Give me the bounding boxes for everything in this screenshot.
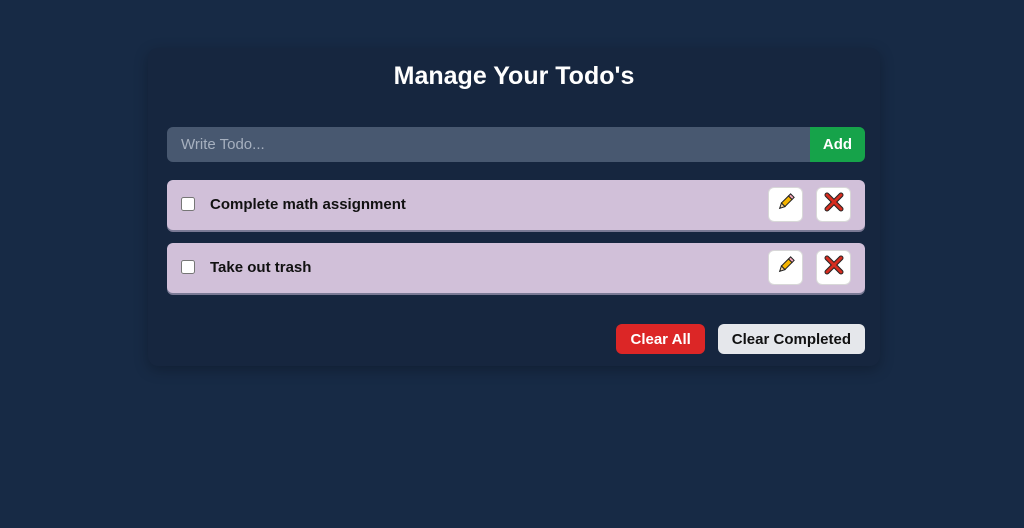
edit-button[interactable]: [768, 187, 803, 222]
add-todo-form: Add: [167, 127, 865, 162]
todo-item: Complete math assignment: [167, 180, 865, 230]
pencil-icon: [776, 255, 796, 280]
cross-icon: [824, 255, 844, 280]
todo-input[interactable]: [167, 127, 810, 162]
todo-list: Complete math assignment Take out trash: [167, 180, 865, 306]
page-title: Manage Your Todo's: [393, 62, 635, 90]
cross-icon: [824, 192, 844, 217]
delete-button[interactable]: [816, 187, 851, 222]
delete-button[interactable]: [816, 250, 851, 285]
footer-actions: Clear All Clear Completed: [616, 324, 865, 354]
todo-checkbox[interactable]: [181, 260, 195, 274]
todo-item: Take out trash: [167, 243, 865, 293]
todo-text: Complete math assignment: [210, 196, 406, 213]
edit-button[interactable]: [768, 250, 803, 285]
add-button[interactable]: Add: [810, 127, 865, 162]
pencil-icon: [776, 192, 796, 217]
todo-card: Manage Your Todo's Add Complete math ass…: [148, 48, 880, 366]
todo-checkbox[interactable]: [181, 197, 195, 211]
todo-text: Take out trash: [210, 259, 312, 276]
clear-all-button[interactable]: Clear All: [616, 324, 705, 354]
clear-completed-button[interactable]: Clear Completed: [717, 324, 865, 354]
